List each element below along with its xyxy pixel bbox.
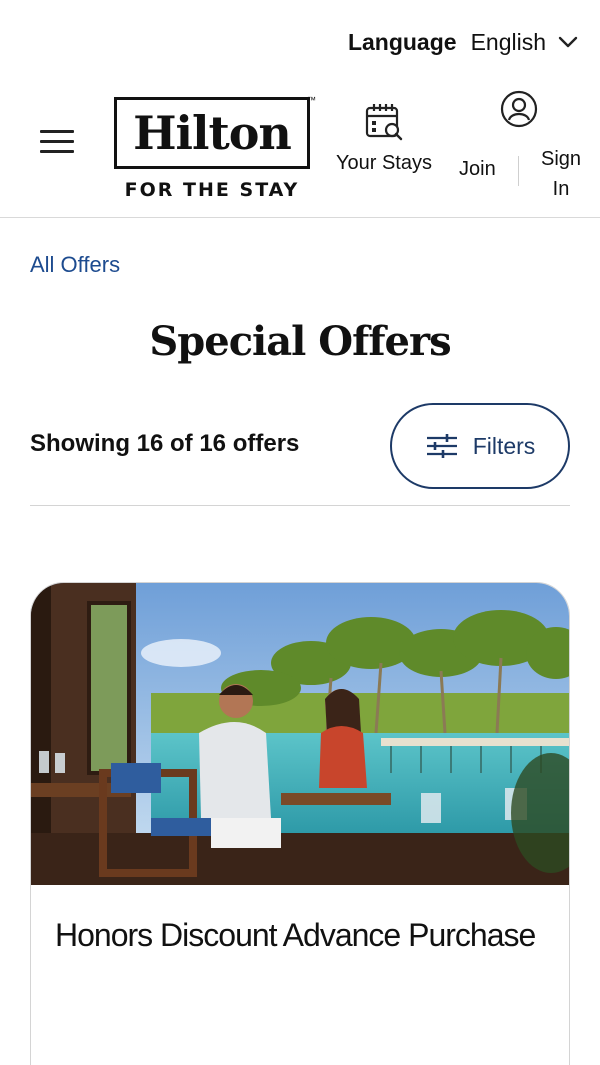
calendar-search-icon — [365, 104, 403, 141]
chevron-down-icon — [558, 36, 578, 48]
logo-trademark: ™ — [307, 95, 316, 105]
offer-image — [31, 583, 569, 885]
offer-card[interactable]: Honors Discount Advance Purchase — [30, 582, 570, 1065]
language-value: English — [470, 28, 546, 55]
divider — [30, 505, 570, 506]
nav-divider — [518, 156, 519, 186]
language-selector: Language English — [348, 24, 578, 60]
page-title: Special Offers — [149, 318, 451, 365]
offer-title: Honors Discount Advance Purchase — [55, 917, 536, 953]
your-stays-label: Your Stays — [336, 152, 432, 174]
filters-button[interactable]: Filters — [390, 403, 570, 489]
sign-in-label-line2: In — [552, 178, 570, 200]
nav-join[interactable]: Join — [459, 158, 496, 181]
offer-count: Showing 16 of 16 offers — [30, 430, 300, 457]
language-dropdown[interactable]: English — [471, 29, 578, 56]
user-circle-icon[interactable] — [500, 90, 538, 128]
hilton-logo[interactable]: Hilton ™ FOR THE STAY — [114, 95, 316, 201]
nav-your-stays[interactable]: Your Stays — [330, 102, 438, 175]
site-header: Hilton ™ FOR THE STAY Your Stays Join Si… — [0, 84, 600, 218]
language-label: Language — [347, 28, 457, 55]
hamburger-menu-icon[interactable] — [40, 130, 74, 156]
sign-in-label-line1: Sign — [540, 148, 582, 170]
filters-label: Filters — [472, 432, 536, 459]
resort-dining-photo — [31, 583, 569, 885]
logo-wordmark: Hilton — [133, 106, 292, 160]
sliders-icon — [426, 434, 457, 458]
logo-box: Hilton — [114, 97, 310, 169]
logo-tagline: FOR THE STAY — [124, 179, 300, 201]
join-label: Join — [459, 158, 496, 180]
breadcrumb-all-offers[interactable]: All Offers — [30, 252, 120, 278]
nav-sign-in[interactable]: Sign In — [534, 144, 588, 204]
